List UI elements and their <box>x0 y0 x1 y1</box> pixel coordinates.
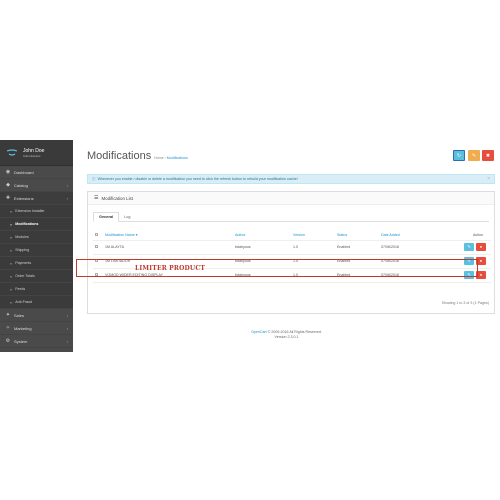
col-name[interactable]: Modification Name ▾ <box>103 230 233 241</box>
footer: OpenCart © 2009-2016 All Rights Reserved… <box>73 330 500 340</box>
edit-button[interactable]: ✎ <box>464 243 474 251</box>
cart-icon: ✦ <box>5 312 11 318</box>
cell-date: 07/06/2016 <box>379 254 439 269</box>
sidebar-item-system[interactable]: ⚙ System › <box>0 335 73 348</box>
sidebar-subitem-order-totals[interactable]: » Order Totals <box>0 270 73 283</box>
dashboard-icon: ◉ <box>5 169 11 175</box>
col-version[interactable]: Version <box>291 230 335 241</box>
breadcrumb-current[interactable]: Modifications <box>167 156 188 160</box>
footer-version: Version 2.3.0.1 <box>274 335 299 339</box>
pagination-info: Showing 1 to 3 of 3 (1 Pages) <box>441 301 489 305</box>
footer-copyright: © 2009-2016 All Rights Reserved. <box>267 330 322 334</box>
tab-divider <box>93 221 489 222</box>
tag-icon: ◆ <box>6 182 10 188</box>
refresh-button[interactable]: ↻ <box>453 150 465 161</box>
profile-name: John Doe Administrator <box>23 147 45 158</box>
sidebar-subitem-modules[interactable]: » Modules <box>0 231 73 244</box>
logo-icon <box>6 148 18 156</box>
refresh-icon: ↻ <box>456 152 462 159</box>
list-icon: ☰ <box>94 195 99 201</box>
table-header-row: Modification Name ▾ Author Version Statu… <box>93 230 491 241</box>
chevron-right-icon: › <box>66 312 68 318</box>
row-checkbox[interactable] <box>95 259 98 262</box>
breadcrumb-home[interactable]: Home <box>154 156 164 160</box>
cell-status: Enabled <box>335 268 379 283</box>
row-checkbox[interactable] <box>95 245 98 248</box>
chevron-right-icon: › <box>66 325 68 331</box>
sidebar-subitem-extension-installer[interactable]: » Extension Installer <box>0 205 73 218</box>
page-title: Modifications <box>87 150 152 162</box>
cell-date: 07/06/2016 <box>379 240 439 255</box>
profile[interactable]: John Doe Administrator <box>0 140 73 166</box>
sidebar-item-dashboard[interactable]: ◉ Dashboard <box>0 166 73 179</box>
info-alert: ⓘ Whenever you enable / disable or delet… <box>87 174 495 184</box>
tab-log[interactable]: Log <box>119 212 136 222</box>
edit-button[interactable]: ✎ <box>464 257 474 265</box>
tab-general[interactable]: General <box>93 212 120 222</box>
sidebar-item-sales[interactable]: ✦ Sales › <box>0 309 73 322</box>
sidebar-subitem-feeds[interactable]: » Feeds <box>0 283 73 296</box>
sidebar: John Doe Administrator ◉ Dashboard ◆ Catalo… <box>0 140 73 352</box>
cell-author: bdahyous <box>233 268 291 283</box>
col-action: Action <box>439 230 491 241</box>
cell-status: Enabled <box>335 254 379 269</box>
eraser-icon: ✎ <box>471 152 477 159</box>
table-row: 1M ALAYTA bdahyous 1.0 Enabled 07/06/201… <box>93 240 491 255</box>
sidebar-subitem-shipping[interactable]: » Shipping <box>0 244 73 257</box>
puzzle-icon: ✚ <box>5 195 11 201</box>
app-window: John Doe Administrator ◉ Dashboard ◆ Catalo… <box>0 140 500 352</box>
annotation-label: LIMITER PRODUCT <box>135 265 205 272</box>
sidebar-subitem-anti-fraud[interactable]: » Anti-Fraud <box>0 296 73 309</box>
cell-version: 1.0 <box>291 240 335 255</box>
sidebar-subitem-modifications[interactable]: » Modifications <box>0 218 73 231</box>
footer-brand-link[interactable]: OpenCart <box>251 330 267 334</box>
close-icon[interactable]: × <box>487 176 490 182</box>
cell-author: bdahyous <box>233 254 291 269</box>
modification-panel: ☰ Modification List General Log Modificat… <box>87 191 495 314</box>
chevron-down-icon: › <box>66 195 68 201</box>
sidebar-item-marketing[interactable]: ✧ Marketing › <box>0 322 73 335</box>
panel-heading: ☰ Modification List <box>88 192 494 205</box>
col-date-added[interactable]: Date Added <box>379 230 439 241</box>
gear-icon: ⚙ <box>5 338 11 344</box>
sidebar-subitem-payments[interactable]: » Payments <box>0 257 73 270</box>
cell-name: 1M ALAYTA <box>103 240 233 255</box>
alert-text: Whenever you enable / disable or delete … <box>97 177 298 181</box>
sidebar-item-extensions[interactable]: ✚ Extensions › <box>0 192 73 205</box>
profile-role: Administrator <box>23 153 41 158</box>
select-all-cell <box>93 230 103 241</box>
cell-status: Enabled <box>335 240 379 255</box>
clear-button[interactable]: ✎ <box>468 150 480 161</box>
delete-button[interactable]: ● <box>476 271 486 279</box>
cell-author: bdahyous <box>233 240 291 255</box>
share-icon: ✧ <box>5 325 11 331</box>
delete-button[interactable]: ● <box>476 243 486 251</box>
main-content: Modifications Home › Modifications ↻ ✎ ✖… <box>73 140 500 352</box>
cell-version: 1.0 <box>291 254 335 269</box>
breadcrumb: Home › Modifications <box>154 156 188 160</box>
chevron-right-icon: › <box>66 338 68 344</box>
nav-menu: ◉ Dashboard ◆ Catalog › ✚ Extensions › » Exten… <box>0 166 73 348</box>
chevron-right-icon: › <box>66 182 68 188</box>
modification-table: Modification Name ▾ Author Version Statu… <box>93 230 491 283</box>
trash-icon: ✖ <box>485 152 491 159</box>
row-checkbox[interactable] <box>95 273 98 276</box>
sidebar-item-catalog[interactable]: ◆ Catalog › <box>0 179 73 192</box>
cell-version: 1.0 <box>291 268 335 283</box>
delete-all-button[interactable]: ✖ <box>482 150 494 161</box>
select-all-checkbox[interactable] <box>95 232 98 236</box>
tab-bar: General Log <box>93 212 136 222</box>
col-status[interactable]: Status <box>335 230 379 241</box>
edit-button[interactable]: ✎ <box>464 271 474 279</box>
col-author[interactable]: Author <box>233 230 291 241</box>
delete-button[interactable]: ● <box>476 257 486 265</box>
cell-date: 07/06/2016 <box>379 268 439 283</box>
info-icon: ⓘ <box>92 176 96 181</box>
